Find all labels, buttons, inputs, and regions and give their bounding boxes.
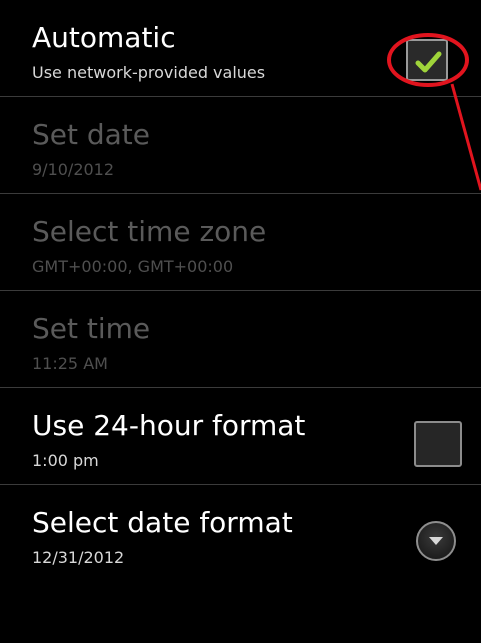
use-24-hour-checkbox[interactable] xyxy=(414,421,462,467)
setting-summary: GMT+00:00, GMT+00:00 xyxy=(32,257,234,276)
setting-summary: 12/31/2012 xyxy=(32,548,125,567)
chevron-down-icon xyxy=(429,537,443,545)
date-time-settings-list: Automatic Use network-provided values Se… xyxy=(0,0,481,582)
automatic-checkbox[interactable] xyxy=(406,39,448,81)
setting-title: Use 24-hour format xyxy=(32,409,306,442)
checkmark-icon xyxy=(415,51,442,73)
setting-title: Select time zone xyxy=(32,215,267,248)
setting-set-time: Set time 11:25 AM xyxy=(0,291,481,388)
setting-select-date-format[interactable]: Select date format 12/31/2012 xyxy=(0,485,481,582)
setting-set-date: Set date 9/10/2012 xyxy=(0,97,481,194)
setting-title: Set time xyxy=(32,312,151,345)
setting-summary: 11:25 AM xyxy=(32,354,108,373)
setting-title: Select date format xyxy=(32,506,293,539)
setting-summary: Use network-provided values xyxy=(32,63,266,82)
setting-title: Automatic xyxy=(32,21,176,54)
setting-automatic[interactable]: Automatic Use network-provided values xyxy=(0,0,481,97)
setting-summary: 9/10/2012 xyxy=(32,160,115,179)
setting-select-time-zone: Select time zone GMT+00:00, GMT+00:00 xyxy=(0,194,481,291)
setting-title: Set date xyxy=(32,118,151,151)
setting-use-24-hour-format[interactable]: Use 24-hour format 1:00 pm xyxy=(0,388,481,485)
date-format-dropdown[interactable] xyxy=(416,521,456,561)
setting-summary: 1:00 pm xyxy=(32,451,99,470)
